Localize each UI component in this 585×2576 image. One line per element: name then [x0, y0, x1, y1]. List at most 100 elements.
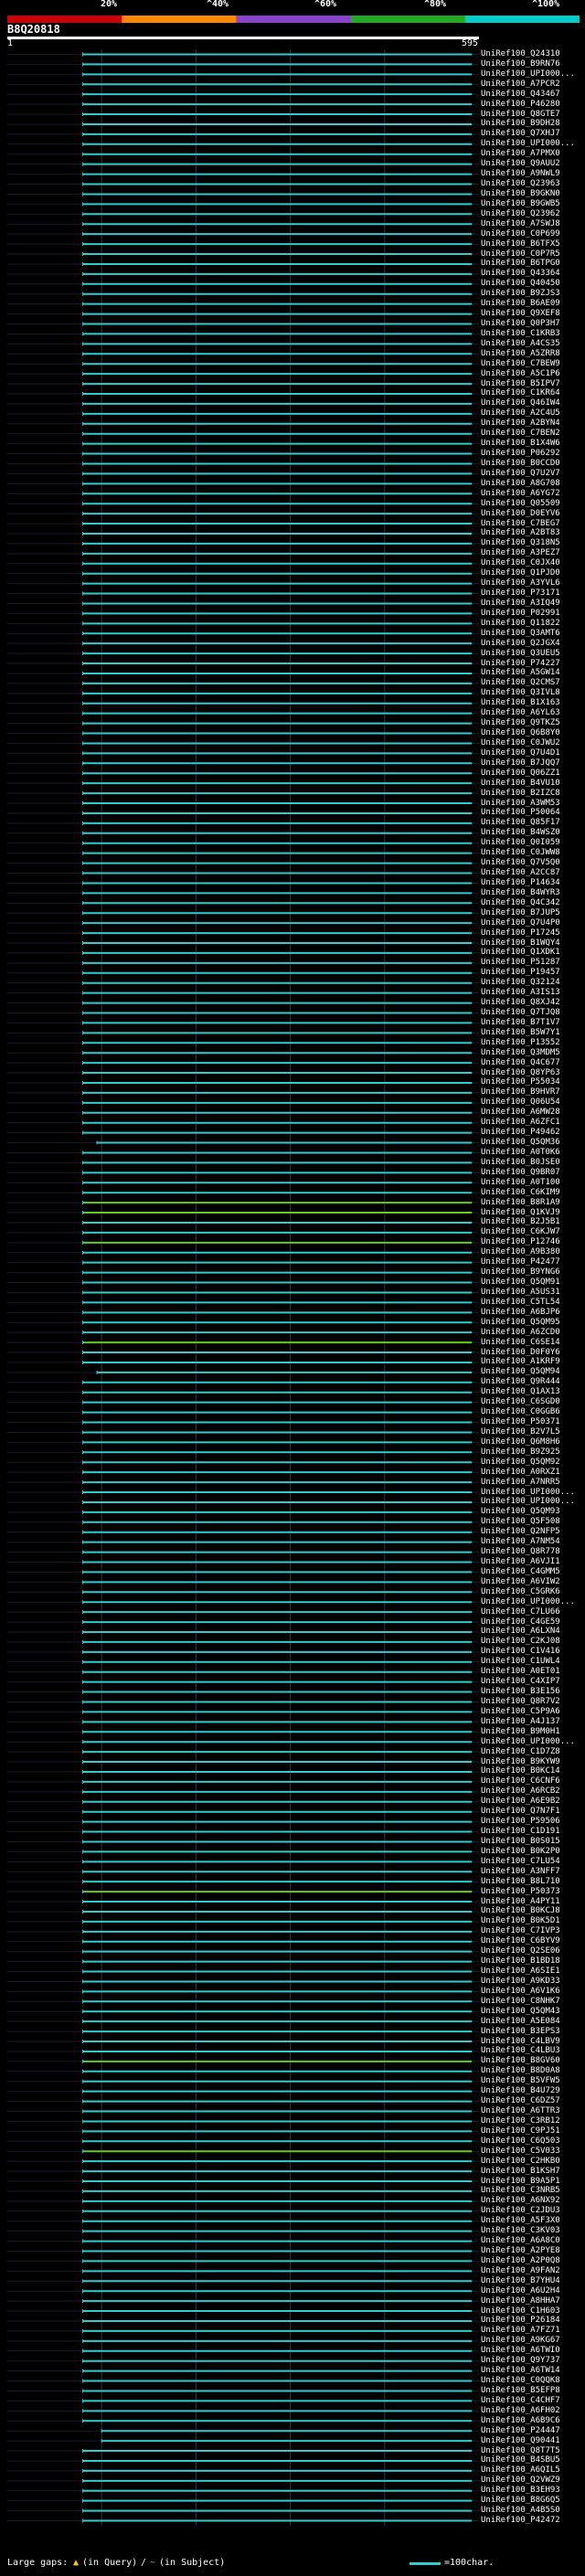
hit-label[interactable]: UniRef100_Q7TJQ8	[481, 1008, 560, 1018]
hit-label[interactable]: UniRef100_Q24310	[481, 49, 560, 59]
hit-label[interactable]: UniRef100_C7BEN2	[481, 429, 560, 439]
hit-label[interactable]: UniRef100_Q7V5Q0	[481, 858, 560, 868]
hit-label[interactable]: UniRef100_C1KR64	[481, 388, 560, 398]
hit-label[interactable]: UniRef100_A2BT83	[481, 528, 560, 538]
hit-label[interactable]: UniRef100_B8R1A9	[481, 1198, 560, 1208]
hit-label[interactable]: UniRef100_C5V033	[481, 2147, 560, 2157]
hit-label[interactable]: UniRef100_B5IPV7	[481, 379, 560, 389]
hit-label[interactable]: UniRef100_A5F3X0	[481, 2216, 560, 2226]
hit-label[interactable]: UniRef100_Q1AX13	[481, 1387, 560, 1397]
hit-label[interactable]: UniRef100_A6RCB2	[481, 1786, 560, 1797]
hit-label[interactable]: UniRef100_Q40450	[481, 279, 560, 289]
hit-label[interactable]: UniRef100_Q5QM94	[481, 1367, 560, 1377]
hit-label[interactable]: UniRef100_A3YVL6	[481, 578, 560, 588]
hit-label[interactable]: UniRef100_P42472	[481, 2516, 560, 2526]
hit-label[interactable]: UniRef100_A6FH02	[481, 2406, 560, 2416]
hit-label[interactable]: UniRef100_B6AE09	[481, 299, 560, 309]
hit-label[interactable]: UniRef100_B9GWB5	[481, 199, 560, 209]
hit-label[interactable]: UniRef100_Q0I059	[481, 838, 560, 848]
hit-label[interactable]: UniRef100_C3RB12	[481, 2116, 560, 2126]
hit-label[interactable]: UniRef100_A5ZRR8	[481, 349, 560, 359]
hit-label[interactable]: UniRef100_A2P0Q8	[481, 2256, 560, 2266]
hit-label[interactable]: UniRef100_A6U2H4	[481, 2286, 560, 2296]
hit-label[interactable]: UniRef100_A0RXZ1	[481, 1468, 560, 1478]
hit-label[interactable]: UniRef100_P50371	[481, 1417, 560, 1427]
hit-label[interactable]: UniRef100_A3IQ49	[481, 599, 560, 609]
hit-label[interactable]: UniRef100_A6VJI1	[481, 1557, 560, 1567]
hit-label[interactable]: UniRef100_B3EPS3	[481, 2027, 560, 2037]
hit-label[interactable]: UniRef100_Q8XJ42	[481, 998, 560, 1008]
hit-label[interactable]: UniRef100_A5US31	[481, 1288, 560, 1298]
hit-label[interactable]: UniRef100_Q5F508	[481, 1517, 560, 1527]
hit-label[interactable]: UniRef100_A2BYN4	[481, 419, 560, 429]
hit-label[interactable]: UniRef100_A6ZCD0	[481, 1328, 560, 1338]
hit-label[interactable]: UniRef100_B2J5B1	[481, 1217, 560, 1227]
hit-label[interactable]: UniRef100_Q4C677	[481, 1058, 560, 1068]
hit-label[interactable]: UniRef100_B1KSH7	[481, 2167, 560, 2177]
hit-label[interactable]: UniRef100_C2HKB0	[481, 2157, 560, 2167]
hit-label[interactable]: UniRef100_A7SWJ8	[481, 219, 560, 229]
hit-label[interactable]: UniRef100_B0KC14	[481, 1766, 560, 1776]
hit-label[interactable]: UniRef100_A9KG67	[481, 2336, 560, 2346]
hit-label[interactable]: UniRef100_Q9BR07	[481, 1168, 560, 1178]
hit-label[interactable]: UniRef100_P46280	[481, 100, 560, 110]
hit-label[interactable]: UniRef100_A2CC87	[481, 868, 560, 878]
hit-label[interactable]: UniRef100_C0JX40	[481, 558, 560, 568]
hit-label[interactable]: UniRef100_Q05509	[481, 499, 560, 509]
hit-label[interactable]: UniRef100_Q32124	[481, 978, 560, 988]
hit-label[interactable]: UniRef100_B6TFX5	[481, 239, 560, 249]
hit-label[interactable]: UniRef100_Q3AMT6	[481, 629, 560, 639]
hit-label[interactable]: UniRef100_Q2CMS7	[481, 678, 560, 688]
hit-label[interactable]: UniRef100_B9KYW9	[481, 1757, 560, 1767]
hit-label[interactable]: UniRef100_A6QIL5	[481, 2465, 560, 2475]
hit-label[interactable]: UniRef100_UPI000...	[481, 1737, 575, 1747]
hit-label[interactable]: UniRef100_Q43467	[481, 90, 560, 100]
hit-label[interactable]: UniRef100_P59506	[481, 1817, 560, 1827]
hit-label[interactable]: UniRef100_Q7U4D1	[481, 748, 560, 758]
hit-label[interactable]: UniRef100_Q3UEU5	[481, 649, 560, 659]
hit-label[interactable]: UniRef100_Q5QM36	[481, 1138, 560, 1148]
hit-label[interactable]: UniRef100_C7BEW9	[481, 359, 560, 369]
hit-label[interactable]: UniRef100_A6TW14	[481, 2366, 560, 2376]
hit-label[interactable]: UniRef100_A3PEZ7	[481, 548, 560, 558]
hit-label[interactable]: UniRef100_B7JQQ7	[481, 758, 560, 769]
hit-label[interactable]: UniRef100_D0EYV6	[481, 509, 560, 519]
hit-label[interactable]: UniRef100_Q4C342	[481, 898, 560, 908]
hit-label[interactable]: UniRef100_Q2NFP5	[481, 1527, 560, 1537]
hit-label[interactable]: UniRef100_A3WM53	[481, 799, 560, 809]
hit-label[interactable]: UniRef100_Q2SE06	[481, 1946, 560, 1956]
hit-label[interactable]: UniRef100_B2V7L5	[481, 1427, 560, 1437]
hit-label[interactable]: UniRef100_B8D0A8	[481, 2066, 560, 2076]
hit-label[interactable]: UniRef100_A6YG72	[481, 489, 560, 499]
hit-label[interactable]: UniRef100_B8G6Q5	[481, 2496, 560, 2506]
hit-label[interactable]: UniRef100_Q2JGX4	[481, 639, 560, 649]
hit-label[interactable]: UniRef100_A2PYE8	[481, 2246, 560, 2256]
hit-label[interactable]: UniRef100_C6SE14	[481, 1338, 560, 1348]
hit-label[interactable]: UniRef100_A9FAN2	[481, 2266, 560, 2276]
hit-label[interactable]: UniRef100_UPI000...	[481, 1488, 575, 1498]
hit-label[interactable]: UniRef100_A6YL63	[481, 708, 560, 718]
hit-label[interactable]: UniRef100_Q2VWZ9	[481, 2475, 560, 2486]
hit-label[interactable]: UniRef100_P02991	[481, 609, 560, 619]
hit-label[interactable]: UniRef100_B3EH93	[481, 2486, 560, 2496]
hit-label[interactable]: UniRef100_C2JDU3	[481, 2206, 560, 2216]
hit-label[interactable]: UniRef100_A3NFF7	[481, 1867, 560, 1877]
hit-label[interactable]: UniRef100_A9B380	[481, 1247, 560, 1257]
hit-label[interactable]: UniRef100_C5TL54	[481, 1298, 560, 1308]
hit-label[interactable]: UniRef100_B0KCJ8	[481, 1906, 560, 1916]
hit-label[interactable]: UniRef100_A6ZFC1	[481, 1118, 560, 1128]
hit-label[interactable]: UniRef100_C1KRB3	[481, 329, 560, 339]
hit-label[interactable]: UniRef100_A6BJP6	[481, 1308, 560, 1318]
hit-label[interactable]: UniRef100_B0JSE0	[481, 1158, 560, 1168]
hit-label[interactable]: UniRef100_A6TWI0	[481, 2346, 560, 2356]
hit-label[interactable]: UniRef100_Q9R444	[481, 1377, 560, 1387]
hit-label[interactable]: UniRef100_B9GKN0	[481, 189, 560, 199]
hit-label[interactable]: UniRef100_C0JWU2	[481, 738, 560, 748]
hit-label[interactable]: UniRef100_Q6B8Y0	[481, 728, 560, 738]
hit-label[interactable]: UniRef100_D0F0Y6	[481, 1348, 560, 1358]
hit-label[interactable]: UniRef100_A6VIW2	[481, 1577, 560, 1587]
hit-label[interactable]: UniRef100_A6A8C0	[481, 2236, 560, 2246]
hit-label[interactable]: UniRef100_A3IS13	[481, 988, 560, 998]
hit-label[interactable]: UniRef100_A0T0K6	[481, 1148, 560, 1158]
hit-label[interactable]: UniRef100_Q7N7F1	[481, 1807, 560, 1817]
